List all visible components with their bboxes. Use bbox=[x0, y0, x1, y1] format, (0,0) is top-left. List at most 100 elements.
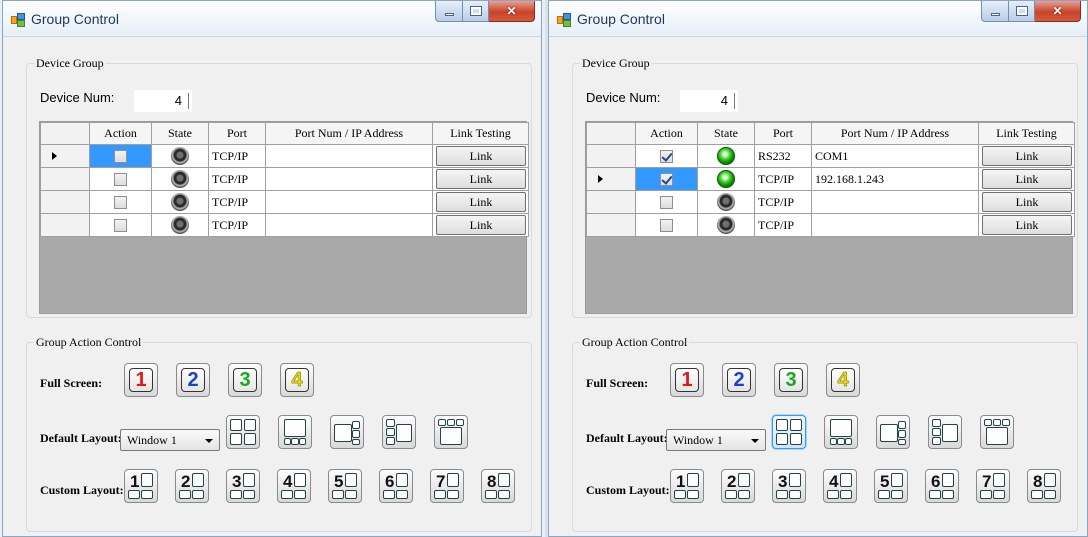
maximize-button[interactable] bbox=[463, 1, 489, 22]
table-row[interactable]: RS232 COM1 Link bbox=[586, 144, 1075, 168]
row-header-cell[interactable] bbox=[40, 167, 90, 191]
custom-layout-button-6[interactable]: 6 bbox=[379, 469, 413, 503]
port-cell[interactable]: RS232 bbox=[754, 144, 812, 168]
address-cell[interactable] bbox=[265, 190, 433, 214]
action-cell[interactable] bbox=[635, 167, 698, 191]
port-cell[interactable]: TCP/IP bbox=[208, 190, 266, 214]
custom-layout-button-3[interactable]: 3 bbox=[772, 469, 806, 503]
column-header-action[interactable]: Action bbox=[635, 122, 698, 145]
row-header-cell[interactable] bbox=[586, 213, 636, 237]
address-cell[interactable] bbox=[811, 190, 979, 214]
column-header-state[interactable]: State bbox=[151, 122, 209, 145]
full-screen-button-1[interactable]: 1 bbox=[670, 363, 704, 397]
row-header-cell[interactable] bbox=[40, 213, 90, 237]
default-layout-button-3[interactable] bbox=[876, 415, 910, 449]
link-button[interactable]: Link bbox=[436, 146, 526, 166]
port-cell[interactable]: TCP/IP bbox=[754, 167, 812, 191]
row-header-cell[interactable] bbox=[586, 167, 636, 191]
table-row[interactable]: TCP/IP Link bbox=[40, 144, 529, 168]
link-button[interactable]: Link bbox=[436, 192, 526, 212]
custom-layout-button-5[interactable]: 5 bbox=[328, 469, 362, 503]
default-layout-button-4[interactable] bbox=[382, 415, 416, 449]
address-cell[interactable]: COM1 bbox=[811, 144, 979, 168]
address-cell[interactable] bbox=[265, 213, 433, 237]
full-screen-button-3[interactable]: 3 bbox=[774, 363, 808, 397]
close-button[interactable]: ✕ bbox=[1035, 1, 1081, 22]
port-cell[interactable]: TCP/IP bbox=[208, 167, 266, 191]
default-layout-button-1[interactable] bbox=[226, 415, 260, 449]
column-header-state[interactable]: State bbox=[697, 122, 755, 145]
action-cell[interactable] bbox=[89, 213, 152, 237]
table-row[interactable]: TCP/IP Link bbox=[40, 167, 529, 191]
full-screen-button-4[interactable]: 4 bbox=[826, 363, 860, 397]
action-checkbox[interactable] bbox=[660, 173, 673, 187]
title-bar[interactable]: Group Control ✕ bbox=[3, 1, 541, 37]
row-header-cell[interactable] bbox=[586, 144, 636, 168]
port-cell[interactable]: TCP/IP bbox=[754, 213, 812, 237]
full-screen-button-4[interactable]: 4 bbox=[280, 363, 314, 397]
maximize-button[interactable] bbox=[1009, 1, 1035, 22]
action-checkbox[interactable] bbox=[660, 219, 673, 233]
default-layout-button-1[interactable] bbox=[772, 415, 806, 449]
column-header-address[interactable]: Port Num / IP Address bbox=[265, 122, 433, 145]
default-layout-button-4[interactable] bbox=[928, 415, 962, 449]
table-row[interactable]: TCP/IP Link bbox=[586, 190, 1075, 214]
custom-layout-button-4[interactable]: 4 bbox=[277, 469, 311, 503]
default-layout-button-2[interactable] bbox=[278, 415, 312, 449]
column-header-port[interactable]: Port bbox=[208, 122, 266, 145]
action-cell[interactable] bbox=[89, 190, 152, 214]
window-select[interactable]: Window 1 bbox=[120, 429, 220, 451]
port-cell[interactable]: TCP/IP bbox=[208, 144, 266, 168]
port-cell[interactable]: TCP/IP bbox=[208, 213, 266, 237]
close-button[interactable]: ✕ bbox=[489, 1, 535, 22]
action-checkbox[interactable] bbox=[114, 196, 127, 210]
minimize-button[interactable] bbox=[981, 1, 1009, 22]
default-layout-button-5[interactable] bbox=[980, 415, 1014, 449]
custom-layout-button-2[interactable]: 2 bbox=[721, 469, 755, 503]
address-cell[interactable] bbox=[811, 213, 979, 237]
action-checkbox[interactable] bbox=[660, 196, 673, 210]
full-screen-button-3[interactable]: 3 bbox=[228, 363, 262, 397]
column-header-link-testing[interactable]: Link Testing bbox=[432, 122, 529, 145]
custom-layout-button-8[interactable]: 8 bbox=[481, 469, 515, 503]
action-checkbox[interactable] bbox=[660, 150, 673, 164]
device-num-input[interactable]: 4 bbox=[134, 90, 192, 112]
link-button[interactable]: Link bbox=[982, 215, 1072, 235]
column-header-address[interactable]: Port Num / IP Address bbox=[811, 122, 979, 145]
column-header-port[interactable]: Port bbox=[754, 122, 812, 145]
link-button[interactable]: Link bbox=[982, 192, 1072, 212]
minimize-button[interactable] bbox=[435, 1, 463, 22]
default-layout-button-2[interactable] bbox=[824, 415, 858, 449]
default-layout-button-5[interactable] bbox=[434, 415, 468, 449]
table-row[interactable]: TCP/IP Link bbox=[586, 213, 1075, 237]
action-checkbox[interactable] bbox=[114, 150, 127, 164]
action-cell[interactable] bbox=[89, 167, 152, 191]
window-select[interactable]: Window 1 bbox=[666, 429, 766, 451]
table-row[interactable]: TCP/IP Link bbox=[40, 213, 529, 237]
link-button[interactable]: Link bbox=[982, 146, 1072, 166]
custom-layout-button-5[interactable]: 5 bbox=[874, 469, 908, 503]
action-checkbox[interactable] bbox=[114, 173, 127, 187]
custom-layout-button-8[interactable]: 8 bbox=[1027, 469, 1061, 503]
row-header-cell[interactable] bbox=[40, 190, 90, 214]
port-cell[interactable]: TCP/IP bbox=[754, 190, 812, 214]
table-row[interactable]: TCP/IP Link bbox=[40, 190, 529, 214]
custom-layout-button-2[interactable]: 2 bbox=[175, 469, 209, 503]
full-screen-button-2[interactable]: 2 bbox=[176, 363, 210, 397]
title-bar[interactable]: Group Control ✕ bbox=[549, 1, 1087, 37]
action-cell[interactable] bbox=[89, 144, 152, 168]
table-row[interactable]: TCP/IP 192.168.1.243 Link bbox=[586, 167, 1075, 191]
column-header-link-testing[interactable]: Link Testing bbox=[978, 122, 1075, 145]
action-cell[interactable] bbox=[635, 213, 698, 237]
action-cell[interactable] bbox=[635, 144, 698, 168]
full-screen-button-1[interactable]: 1 bbox=[124, 363, 158, 397]
custom-layout-button-4[interactable]: 4 bbox=[823, 469, 857, 503]
custom-layout-button-1[interactable]: 1 bbox=[670, 469, 704, 503]
custom-layout-button-3[interactable]: 3 bbox=[226, 469, 260, 503]
link-button[interactable]: Link bbox=[436, 169, 526, 189]
address-cell[interactable]: 192.168.1.243 bbox=[811, 167, 979, 191]
custom-layout-button-6[interactable]: 6 bbox=[925, 469, 959, 503]
action-checkbox[interactable] bbox=[114, 219, 127, 233]
link-button[interactable]: Link bbox=[982, 169, 1072, 189]
address-cell[interactable] bbox=[265, 167, 433, 191]
